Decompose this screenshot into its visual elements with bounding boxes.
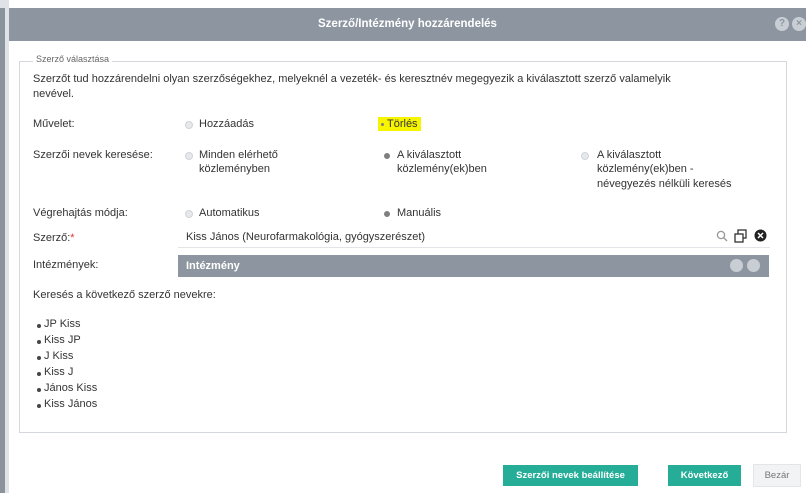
- remove-institution-icon[interactable]: [747, 259, 760, 272]
- radio-all-publications[interactable]: [185, 152, 193, 160]
- operation-label: Művelet:: [33, 118, 75, 130]
- radio-no-name-match-line1[interactable]: A kiválasztott: [597, 149, 661, 161]
- list-item: János Kiss: [44, 382, 98, 394]
- list-item: JP Kiss: [44, 318, 81, 330]
- bullet: [37, 324, 41, 328]
- list-item: Kiss J: [44, 366, 74, 378]
- radio-delete[interactable]: Törlés: [378, 117, 421, 131]
- radio-selected-publications-line1[interactable]: A kiválasztott: [397, 149, 461, 161]
- search-names-label: Szerzői nevek keresése:: [33, 149, 153, 161]
- institution-column-header: Intézmény: [186, 260, 240, 272]
- radio-no-name-match[interactable]: [581, 152, 589, 160]
- radio-all-publications-line2[interactable]: közleményben: [199, 163, 270, 175]
- bullet: [37, 372, 41, 376]
- dialog-titlebar: Szerző/Intézmény hozzárendelés ? ×: [9, 8, 806, 41]
- bullet: [37, 404, 41, 408]
- institutions-label: Intézmények:: [33, 259, 99, 271]
- fieldset-legend: Szerző választása: [33, 54, 113, 64]
- author-value[interactable]: Kiss János (Neurofarmakológia, gyógyszer…: [186, 231, 425, 243]
- description-text-2: nevével.: [33, 88, 74, 100]
- radio-add[interactable]: [185, 121, 193, 129]
- institution-table-header: Intézmény: [178, 255, 769, 277]
- bullet: [37, 340, 41, 344]
- execution-mode-label: Végrehajtás módja:: [33, 207, 128, 219]
- add-institution-icon[interactable]: [730, 259, 743, 272]
- background-panel: [0, 0, 9, 493]
- clear-icon[interactable]: [754, 229, 767, 242]
- required-mark: *: [70, 232, 75, 244]
- radio-automatic-label[interactable]: Automatikus: [199, 207, 260, 219]
- open-window-icon[interactable]: [734, 229, 748, 243]
- names-heading: Keresés a következő szerző nevekre:: [33, 289, 216, 301]
- description-text: Szerzőt tud hozzárendelni olyan szerzősé…: [33, 73, 671, 85]
- list-item: Kiss János: [44, 398, 98, 410]
- bullet: [37, 356, 41, 360]
- set-author-names-button[interactable]: Szerzői nevek beállítése: [503, 465, 638, 486]
- radio-automatic[interactable]: [185, 210, 193, 218]
- list-item: J Kiss: [44, 350, 74, 362]
- radio-no-name-match-line3[interactable]: névegyezés nélküli keresés: [597, 178, 732, 190]
- radio-delete-label[interactable]: Törlés: [387, 118, 418, 130]
- close-icon[interactable]: ×: [792, 17, 806, 31]
- radio-manual[interactable]: [384, 211, 390, 217]
- bullet: [37, 388, 41, 392]
- help-icon[interactable]: ?: [775, 17, 789, 31]
- radio-add-label[interactable]: Hozzáadás: [199, 118, 254, 130]
- radio-selected-publications[interactable]: [384, 153, 390, 159]
- radio-no-name-match-line2[interactable]: közlemény(ek)ben -: [597, 163, 694, 175]
- next-button[interactable]: Következő: [668, 465, 741, 486]
- close-button[interactable]: Bezár: [753, 464, 801, 487]
- radio-all-publications-line1[interactable]: Minden elérhető: [199, 149, 278, 161]
- radio-manual-label[interactable]: Manuális: [397, 207, 441, 219]
- author-field[interactable]: Kiss János (Neurofarmakológia, gyógyszer…: [178, 226, 770, 248]
- list-item: Kiss JP: [44, 334, 81, 346]
- search-icon[interactable]: [716, 230, 728, 242]
- dialog-title: Szerző/Intézmény hozzárendelés: [318, 18, 497, 30]
- author-label: Szerző:*: [33, 232, 75, 244]
- radio-selected-publications-line2[interactable]: közlemény(ek)ben: [397, 163, 487, 175]
